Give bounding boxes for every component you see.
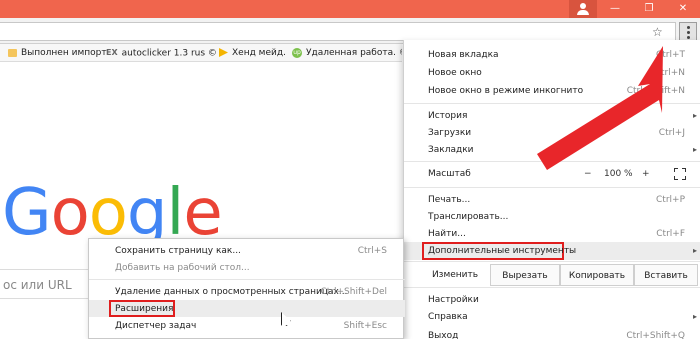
menu-item-cast[interactable]: Транслировать... — [404, 208, 700, 226]
menu-item-downloads[interactable]: Загрузки Ctrl+J — [404, 124, 700, 142]
bookmarks-bar: Выполнен импорт EX autoclicker 1.3 rus © … — [0, 44, 402, 62]
chevron-right-icon: ▸ — [692, 312, 697, 321]
zoom-level: 100 % — [604, 169, 633, 179]
bookmark-item[interactable]: up Удаленная работа. © — [292, 47, 402, 59]
profile-button[interactable] — [569, 0, 597, 18]
zoom-out-button[interactable]: − — [584, 168, 592, 180]
more-tools-submenu: Сохранить страницу как... Ctrl+S Добавит… — [88, 238, 405, 339]
menu-item-bookmarks[interactable]: Закладки ▸ — [404, 141, 700, 159]
edit-row: Изменить Вырезать Копировать Вставить — [404, 264, 700, 286]
menu-item-exit[interactable]: Выход Ctrl+Shift+Q — [404, 327, 700, 339]
menu-item-incognito[interactable]: Новое окно в режиме инкогнито Ctrl+Shift… — [404, 82, 700, 100]
bookmark-item[interactable]: Хенд мейд. — [219, 47, 286, 59]
play-icon — [219, 48, 228, 57]
ex-icon: EX — [106, 48, 118, 57]
submenu-item-clear-data[interactable]: Удаление данных о просмотренных страница… — [89, 283, 405, 300]
zoom-in-button[interactable]: + — [642, 168, 650, 180]
submenu-item-extensions[interactable]: Расширения — [89, 300, 405, 317]
menu-item-new-window[interactable]: Новое окно Ctrl+N — [404, 64, 700, 82]
chevron-right-icon: ▸ — [692, 145, 697, 154]
menu-separator — [404, 103, 700, 104]
menu-item-new-tab[interactable]: Новая вкладка Ctrl+T — [404, 46, 700, 64]
chevron-right-icon: ▸ — [692, 111, 697, 120]
avatar-icon — [580, 3, 586, 9]
upwork-icon: up — [292, 47, 302, 58]
folder-icon — [8, 48, 17, 57]
paste-button[interactable]: Вставить — [634, 264, 698, 286]
chrome-menu-button[interactable] — [679, 22, 697, 41]
fullscreen-icon[interactable] — [674, 168, 686, 180]
chrome-main-menu: Новая вкладка Ctrl+T Новое окно Ctrl+N Н… — [403, 40, 700, 339]
address-bar[interactable]: ☆ — [0, 22, 676, 41]
submenu-item-add-desktop[interactable]: Добавить на рабочий стол... — [89, 259, 405, 276]
menu-item-zoom: Масштаб − 100 % + — [404, 165, 700, 183]
menu-item-history[interactable]: История ▸ — [404, 107, 700, 125]
menu-item-find[interactable]: Найти... Ctrl+F — [404, 225, 700, 243]
menu-separator — [404, 187, 700, 188]
menu-item-help[interactable]: Справка ▸ — [404, 308, 700, 326]
menu-item-more-tools[interactable]: Дополнительные инструменты ▸ — [404, 242, 700, 260]
copy-button[interactable]: Копировать — [560, 264, 634, 286]
menu-separator — [404, 287, 700, 288]
submenu-item-task-manager[interactable]: Диспетчер задач Shift+Esc — [89, 317, 405, 334]
bookmark-star-icon[interactable]: ☆ — [652, 24, 663, 40]
search-input[interactable]: ос или URL — [0, 269, 100, 299]
menu-separator — [404, 161, 700, 162]
edit-label: Изменить — [431, 270, 479, 280]
menu-separator — [404, 261, 700, 262]
chevron-right-icon: ▸ — [692, 246, 697, 255]
menu-item-print[interactable]: Печать... Ctrl+P — [404, 191, 700, 209]
title-bar: — ❐ ✕ — [0, 0, 700, 18]
bookmark-item[interactable]: EX autoclicker 1.3 rus © — [106, 47, 217, 60]
cut-button[interactable]: Вырезать — [490, 264, 560, 286]
submenu-item-save-page[interactable]: Сохранить страницу как... Ctrl+S — [89, 242, 405, 259]
menu-separator — [89, 279, 405, 280]
search-placeholder: ос или URL — [3, 278, 72, 292]
minimize-button[interactable]: — — [598, 0, 632, 18]
menu-item-settings[interactable]: Настройки — [404, 291, 700, 309]
close-button[interactable]: ✕ — [666, 0, 700, 18]
maximize-button[interactable]: ❐ — [632, 0, 666, 18]
bookmark-item[interactable]: Выполнен импорт — [8, 47, 107, 59]
